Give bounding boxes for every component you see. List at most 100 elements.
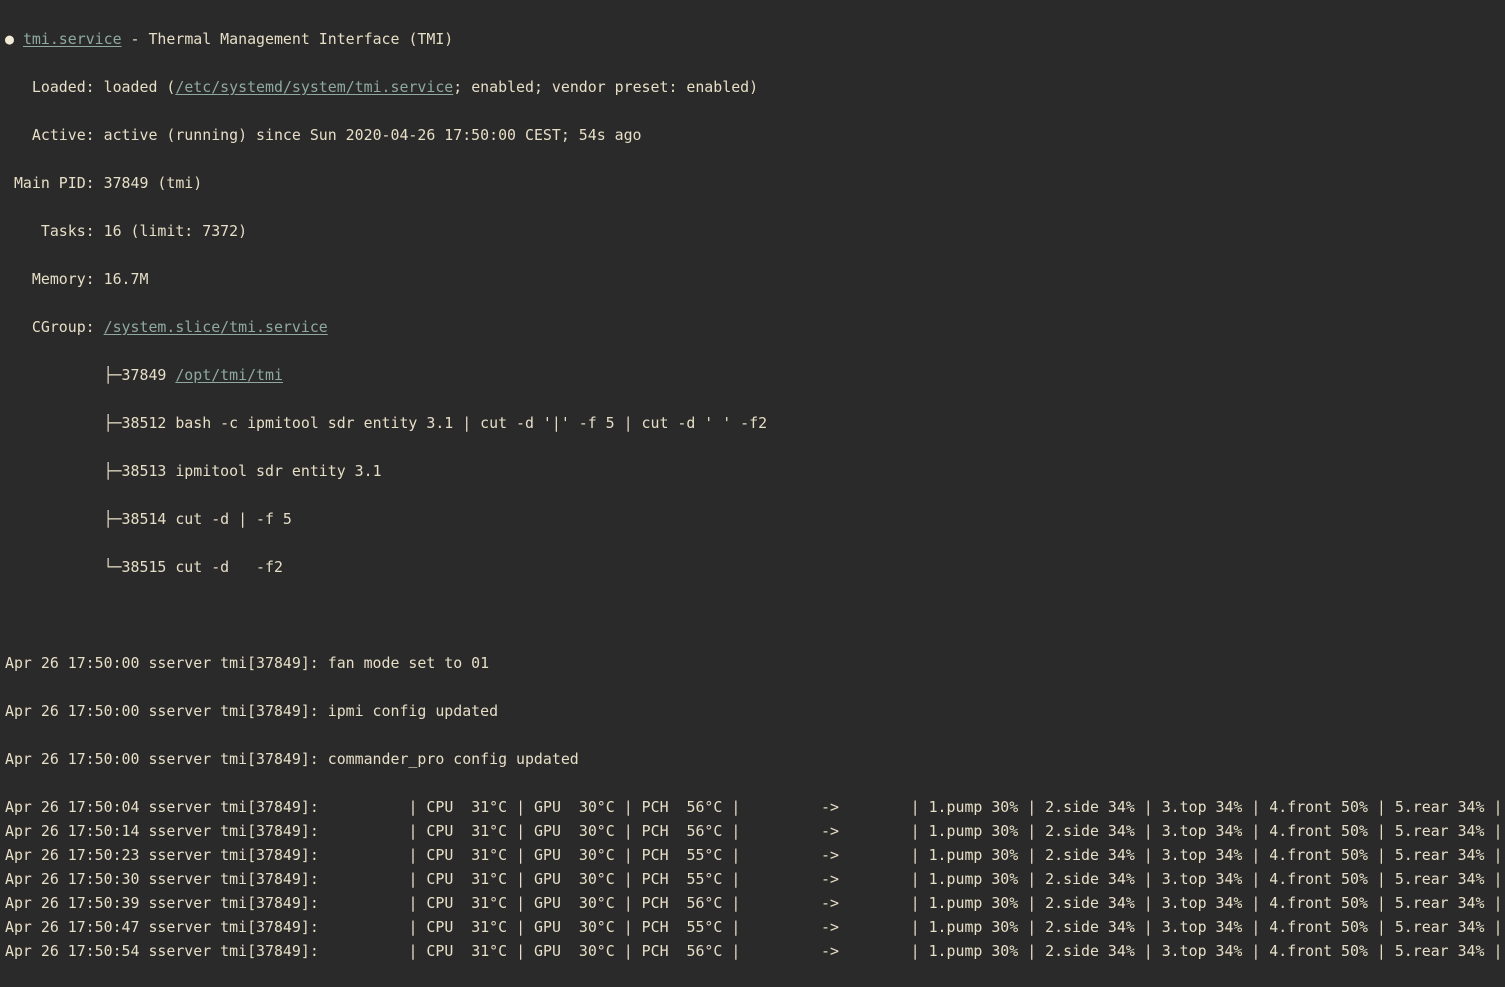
process-pid: 38515 xyxy=(121,558,167,576)
log-timestamp: Apr 26 17:50:47 xyxy=(5,918,140,936)
process-command: bash -c ipmitool sdr entity 3.1 | cut -d… xyxy=(175,414,768,432)
tree-branch-icon: ├─ xyxy=(5,414,122,432)
arrow-icon: -> xyxy=(820,798,839,816)
log-timestamp: Apr 26 17:50:39 xyxy=(5,894,140,912)
gpu-temp: 30°C xyxy=(578,942,615,960)
pch-temp: 56°C xyxy=(686,822,723,840)
pch-label: PCH xyxy=(641,942,669,960)
fan-side: 2.side 34% xyxy=(1045,798,1135,816)
gpu-label: GPU xyxy=(534,822,561,840)
fan-pump: 1.pump 30% xyxy=(928,846,1019,864)
fan-pump: 1.pump 30% xyxy=(928,918,1019,936)
sensor-readings-log: Apr 26 17:50:04 sserver tmi[37849]: | CP… xyxy=(5,795,1505,963)
log-source: sserver tmi[37849]: xyxy=(139,870,319,888)
fan-top: 3.top 34% xyxy=(1161,822,1243,840)
unit-name-link[interactable]: tmi.service xyxy=(23,30,122,48)
fan-side: 2.side 34% xyxy=(1045,942,1135,960)
loaded-line: Loaded: loaded (/etc/systemd/system/tmi.… xyxy=(5,75,1505,99)
fan-front: 4.front 50% xyxy=(1269,846,1368,864)
unit-file-path-link[interactable]: /etc/systemd/system/tmi.service xyxy=(175,78,453,96)
fan-rear: 5.rear 34% xyxy=(1394,894,1485,912)
cpu-label: CPU xyxy=(426,918,454,936)
cpu-temp: 31°C xyxy=(471,918,508,936)
pch-temp: 55°C xyxy=(686,918,723,936)
cgroup-process: ├─38513 ipmitool sdr entity 3.1 xyxy=(5,459,1505,483)
fan-side: 2.side 34% xyxy=(1045,918,1135,936)
fan-pump: 1.pump 30% xyxy=(928,894,1019,912)
log-source: sserver tmi[37849]: xyxy=(139,918,319,936)
fan-rear: 5.rear 34% xyxy=(1394,822,1485,840)
fan-side: 2.side 34% xyxy=(1045,894,1135,912)
pch-temp: 56°C xyxy=(686,942,723,960)
arrow-icon: -> xyxy=(820,918,839,936)
fan-top: 3.top 34% xyxy=(1161,798,1243,816)
fan-pump: 1.pump 30% xyxy=(928,942,1019,960)
log-timestamp: Apr 26 17:50:14 xyxy=(5,822,140,840)
cpu-label: CPU xyxy=(426,846,454,864)
process-pid: 38513 xyxy=(121,462,167,480)
arrow-icon: -> xyxy=(820,870,839,888)
fan-top: 3.top 34% xyxy=(1161,894,1243,912)
gpu-temp: 30°C xyxy=(578,798,615,816)
cpu-temp: 31°C xyxy=(471,846,508,864)
fan-front: 4.front 50% xyxy=(1269,942,1368,960)
process-command-link[interactable]: /opt/tmi/tmi xyxy=(175,366,283,384)
log-message: Apr 26 17:50:00 sserver tmi[37849]: fan … xyxy=(5,654,490,672)
cpu-label: CPU xyxy=(426,942,454,960)
log-source: sserver tmi[37849]: xyxy=(139,798,319,816)
log-reading-line: Apr 26 17:50:04 sserver tmi[37849]: | CP… xyxy=(5,798,1503,816)
cgroup-process: └─38515 cut -d -f2 xyxy=(5,555,1505,579)
fan-rear: 5.rear 34% xyxy=(1394,846,1485,864)
pch-temp: 55°C xyxy=(686,846,723,864)
fan-top: 3.top 34% xyxy=(1161,918,1243,936)
loaded-prefix: loaded ( xyxy=(103,78,176,96)
main-pid-line: Main PID: 37849 (tmi) xyxy=(5,171,1505,195)
cgroup-process: ├─37849 /opt/tmi/tmi xyxy=(5,363,1505,387)
gpu-temp: 30°C xyxy=(578,894,615,912)
cpu-temp: 31°C xyxy=(471,822,508,840)
arrow-icon: -> xyxy=(820,942,839,960)
cpu-label: CPU xyxy=(426,822,454,840)
gpu-temp: 30°C xyxy=(578,822,615,840)
cgroup-process: ├─38514 cut -d | -f 5 xyxy=(5,507,1505,531)
process-command: ipmitool sdr entity 3.1 xyxy=(175,462,382,480)
log-message: Apr 26 17:50:00 sserver tmi[37849]: ipmi… xyxy=(5,702,499,720)
fan-top: 3.top 34% xyxy=(1161,942,1243,960)
gpu-temp: 30°C xyxy=(578,870,615,888)
fan-pump: 1.pump 30% xyxy=(928,798,1019,816)
arrow-icon: -> xyxy=(820,846,839,864)
cgroup-process: ├─38512 bash -c ipmitool sdr entity 3.1 … xyxy=(5,411,1505,435)
fan-front: 4.front 50% xyxy=(1269,870,1368,888)
process-pid: 37849 xyxy=(121,366,167,384)
cgroup-path-link[interactable]: /system.slice/tmi.service xyxy=(104,318,328,336)
process-command: cut -d -f2 xyxy=(175,558,283,576)
tree-branch-icon: ├─ xyxy=(5,366,122,384)
gpu-label: GPU xyxy=(534,870,561,888)
fan-pump: 1.pump 30% xyxy=(928,822,1019,840)
unit-description: - Thermal Management Interface (TMI) xyxy=(121,30,454,48)
gpu-label: GPU xyxy=(534,798,561,816)
cgroup-line: CGroup: /system.slice/tmi.service xyxy=(5,315,1505,339)
arrow-icon: -> xyxy=(820,822,839,840)
loaded-label: Loaded: xyxy=(5,78,104,96)
cpu-temp: 31°C xyxy=(471,894,508,912)
log-reading-line: Apr 26 17:50:14 sserver tmi[37849]: | CP… xyxy=(5,822,1503,840)
pch-temp: 55°C xyxy=(686,870,723,888)
pch-label: PCH xyxy=(641,870,669,888)
pch-label: PCH xyxy=(641,918,669,936)
pch-label: PCH xyxy=(641,894,669,912)
fan-side: 2.side 34% xyxy=(1045,870,1135,888)
pch-label: PCH xyxy=(641,846,669,864)
gpu-label: GPU xyxy=(534,846,561,864)
pch-label: PCH xyxy=(641,798,669,816)
cpu-label: CPU xyxy=(426,894,454,912)
cpu-temp: 31°C xyxy=(471,798,508,816)
log-source: sserver tmi[37849]: xyxy=(139,942,319,960)
tasks-value: 16 (limit: 7372) xyxy=(103,222,248,240)
log-timestamp: Apr 26 17:50:23 xyxy=(5,846,140,864)
terminal[interactable]: ● tmi.service - Thermal Management Inter… xyxy=(0,0,1505,987)
log-source: sserver tmi[37849]: xyxy=(139,894,319,912)
memory-line: Memory: 16.7M xyxy=(5,267,1505,291)
cpu-temp: 31°C xyxy=(471,870,508,888)
fan-side: 2.side 34% xyxy=(1045,846,1135,864)
